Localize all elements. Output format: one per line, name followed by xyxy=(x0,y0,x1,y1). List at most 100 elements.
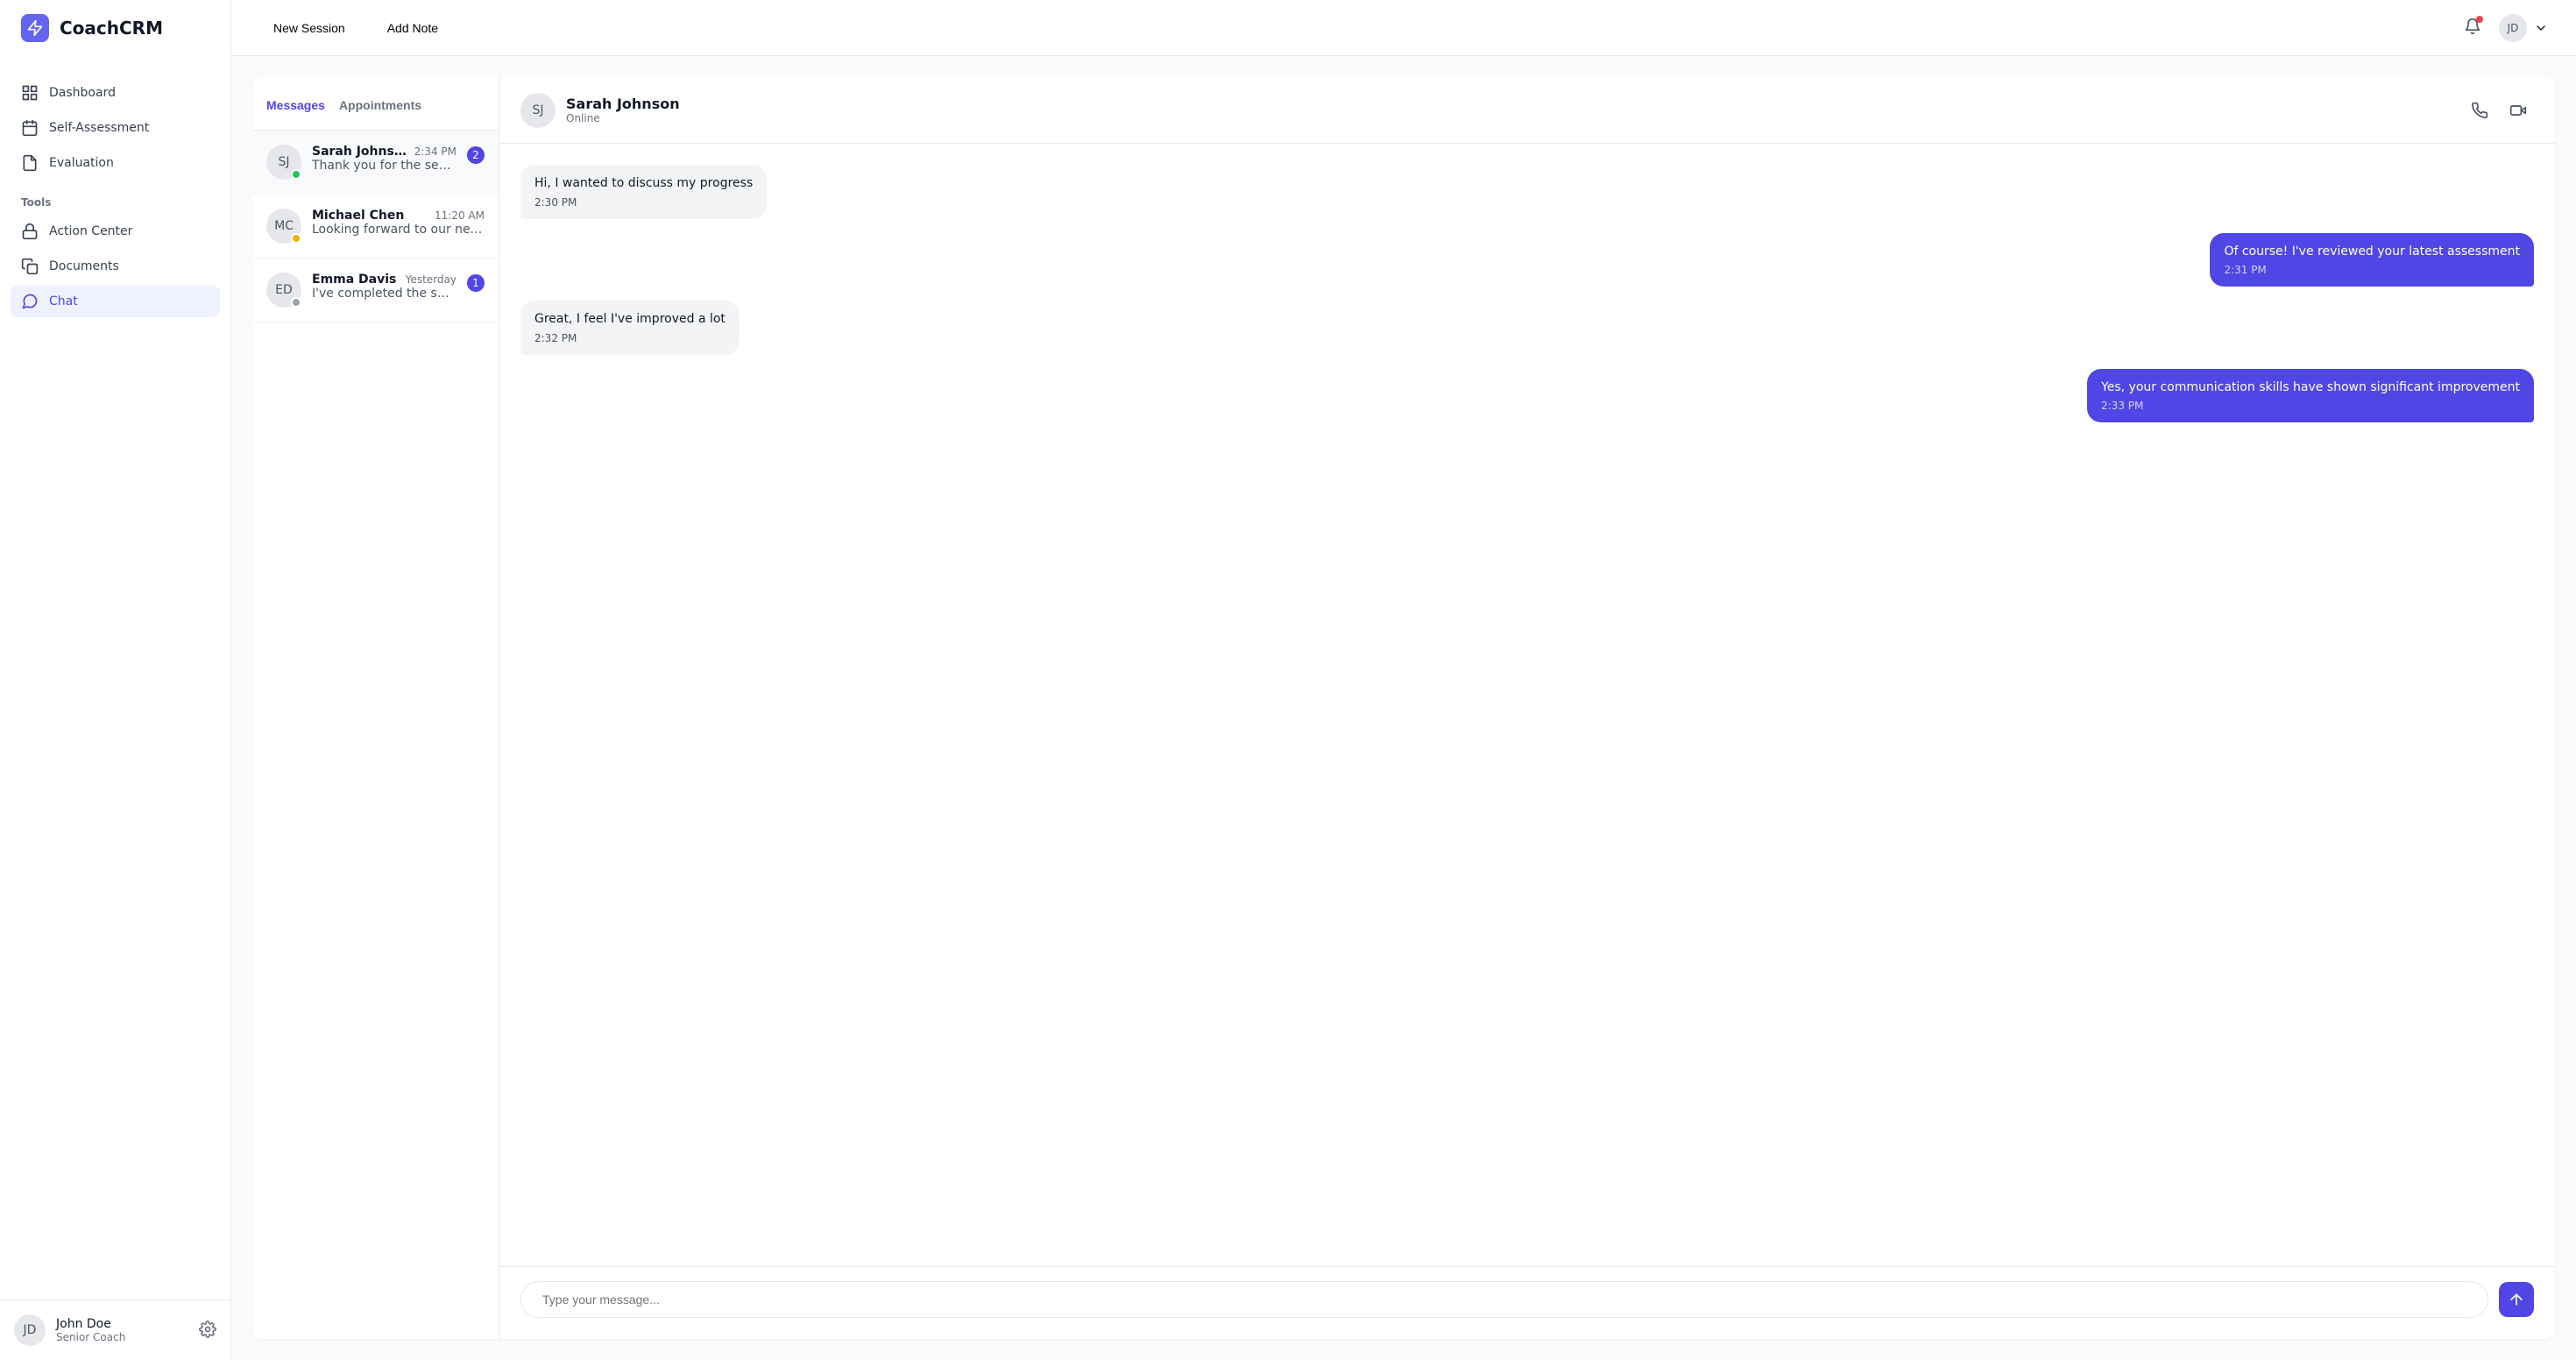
topbar-actions: New Session Add Note xyxy=(259,14,452,42)
content: Messages Appointments SJ Sa xyxy=(231,56,2576,1360)
message-text: Yes, your communication skills have show… xyxy=(2101,379,2520,397)
topbar-avatar: JD xyxy=(2499,14,2527,42)
sidebar-item-documents[interactable]: Documents xyxy=(11,251,220,282)
add-note-button[interactable]: Add Note xyxy=(373,14,452,42)
voice-call-button[interactable] xyxy=(2464,95,2495,126)
sidebar-item-chat[interactable]: Chat xyxy=(11,286,220,317)
chat-window: Messages Appointments SJ Sa xyxy=(252,77,2555,1339)
message-time: 2:33 PM xyxy=(2101,400,2520,412)
sidebar-item-label: Self-Assessment xyxy=(49,121,149,135)
send-button[interactable] xyxy=(2499,1282,2534,1317)
status-online-icon xyxy=(291,169,301,180)
chat-header-actions xyxy=(2464,95,2534,126)
conversation-body: Michael Chen 11:20 AM Looking forward to… xyxy=(312,209,485,244)
main: New Session Add Note JD Messages xyxy=(231,0,2576,1360)
gear-icon xyxy=(199,1321,216,1338)
message-list: Hi, I wanted to discuss my progress 2:30… xyxy=(499,144,2555,1266)
chat-contact-status: Online xyxy=(566,112,680,124)
chat-pane: SJ Sarah Johnson Online xyxy=(499,77,2555,1339)
message-text: Of course! I've reviewed your latest ass… xyxy=(2224,244,2520,261)
conversation-avatar-wrap: ED xyxy=(266,273,301,308)
message-row: Yes, your communication skills have show… xyxy=(520,369,2534,423)
message-text: Great, I feel I've improved a lot xyxy=(534,311,725,329)
new-session-button[interactable]: New Session xyxy=(259,14,359,42)
conversation-time: Yesterday xyxy=(406,273,456,286)
brand-logo xyxy=(21,14,49,42)
zap-icon xyxy=(26,19,44,37)
profile-menu[interactable]: JD xyxy=(2499,14,2548,42)
sidebar-section-tools-label: Tools xyxy=(11,182,220,216)
sidebar-item-label: Action Center xyxy=(49,224,132,238)
sidebar-item-label: Dashboard xyxy=(49,86,116,100)
conversation-list: Messages Appointments SJ Sa xyxy=(252,77,499,1339)
status-offline-icon xyxy=(291,297,301,308)
user-avatar: JD xyxy=(14,1314,46,1346)
conversation-avatar-wrap: SJ xyxy=(266,145,301,180)
conversation-preview: Thank you for the session today! xyxy=(312,159,456,173)
arrow-up-icon xyxy=(2508,1291,2525,1308)
sidebar-item-label: Chat xyxy=(49,294,78,308)
conversation-item[interactable]: ED Emma Davis Yesterday I've completed t… xyxy=(252,259,499,322)
sidebar-item-label: Evaluation xyxy=(49,156,114,170)
sidebar-item-action-center[interactable]: Action Center xyxy=(11,216,220,247)
chat-header-left: SJ Sarah Johnson Online xyxy=(520,93,680,128)
topbar-right: JD xyxy=(2460,14,2548,42)
user-info: John Doe Senior Coach xyxy=(56,1317,188,1343)
video-call-button[interactable] xyxy=(2502,95,2534,126)
file-icon xyxy=(21,154,39,172)
sidebar-nav: Dashboard Self-Assessment Evaluation Too… xyxy=(0,56,230,1300)
conversation-name: Michael Chen xyxy=(312,209,404,223)
message-bubble-sent: Yes, your communication skills have show… xyxy=(2087,369,2534,423)
message-row: Of course! I've reviewed your latest ass… xyxy=(520,233,2534,287)
chat-input-bar xyxy=(499,1266,2555,1339)
conversation-preview: Looking forward to our next appointment xyxy=(312,223,485,237)
conversation-item[interactable]: SJ Sarah Johnson 2:34 PM Thank you for t… xyxy=(252,131,499,195)
notifications-button[interactable] xyxy=(2460,14,2485,41)
unread-badge: 2 xyxy=(467,146,485,164)
chat-header: SJ Sarah Johnson Online xyxy=(499,77,2555,144)
status-away-icon xyxy=(291,233,301,244)
conversation-name: Emma Davis xyxy=(312,273,396,287)
unread-badge: 1 xyxy=(467,274,485,292)
message-text: Hi, I wanted to discuss my progress xyxy=(534,175,753,193)
tab-messages[interactable]: Messages xyxy=(266,77,325,130)
video-icon xyxy=(2509,102,2527,119)
brand-name: CoachCRM xyxy=(60,18,163,39)
message-time: 2:31 PM xyxy=(2224,264,2520,276)
message-row: Hi, I wanted to discuss my progress 2:30… xyxy=(520,165,2534,219)
conversation-time: 2:34 PM xyxy=(414,145,456,158)
conversation-body: Emma Davis Yesterday I've completed the … xyxy=(312,273,456,308)
sidebar-item-dashboard[interactable]: Dashboard xyxy=(11,77,220,109)
conversation-time: 11:20 AM xyxy=(435,209,485,222)
sidebar: CoachCRM Dashboard Self-Assessment Evalu… xyxy=(0,0,231,1360)
topbar: New Session Add Note JD xyxy=(231,0,2576,56)
conversation-body: Sarah Johnson 2:34 PM Thank you for the … xyxy=(312,145,456,180)
message-time: 2:32 PM xyxy=(534,332,725,344)
copy-icon xyxy=(21,258,39,275)
message-row: Great, I feel I've improved a lot 2:32 P… xyxy=(520,301,2534,355)
clipboard-icon xyxy=(21,119,39,137)
message-bubble-received: Hi, I wanted to discuss my progress 2:30… xyxy=(520,165,767,219)
user-role: Senior Coach xyxy=(56,1331,188,1343)
settings-button[interactable] xyxy=(199,1321,216,1341)
conversation-preview: I've completed the self-assessment xyxy=(312,287,456,301)
sidebar-item-self-assessment[interactable]: Self-Assessment xyxy=(11,112,220,144)
phone-icon xyxy=(2471,102,2488,119)
message-input[interactable] xyxy=(520,1281,2488,1318)
sidebar-header: CoachCRM xyxy=(0,0,230,56)
lock-icon xyxy=(21,223,39,240)
message-bubble-received: Great, I feel I've improved a lot 2:32 P… xyxy=(520,301,740,355)
chevron-down-icon xyxy=(2534,21,2548,35)
conversation-name: Sarah Johnson xyxy=(312,145,407,159)
sidebar-item-evaluation[interactable]: Evaluation xyxy=(11,147,220,179)
user-name: John Doe xyxy=(56,1317,188,1331)
notification-dot xyxy=(2476,16,2483,23)
tab-appointments[interactable]: Appointments xyxy=(339,77,421,130)
conversation-avatar-wrap: MC xyxy=(266,209,301,244)
chat-avatar: SJ xyxy=(520,93,556,128)
dashboard-icon xyxy=(21,84,39,102)
chat-tabs: Messages Appointments xyxy=(252,77,499,131)
chat-contact-name: Sarah Johnson xyxy=(566,96,680,112)
message-time: 2:30 PM xyxy=(534,196,753,209)
conversation-item[interactable]: MC Michael Chen 11:20 AM Looking forward… xyxy=(252,195,499,259)
